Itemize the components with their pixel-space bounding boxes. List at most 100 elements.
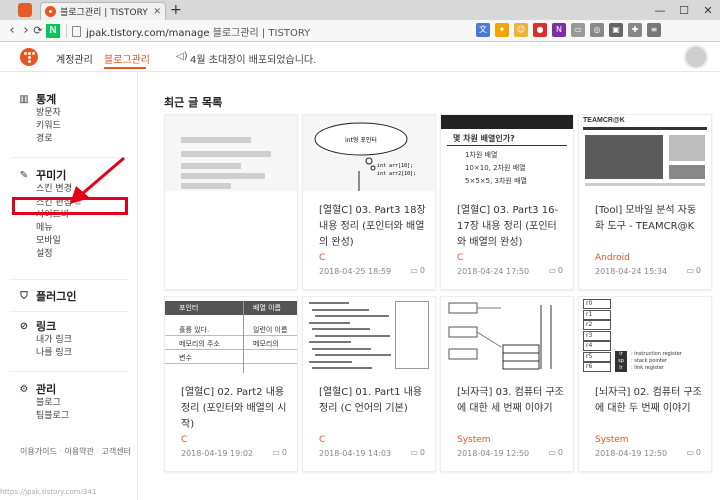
sidebar-head-plugins[interactable]: ⛉ 플러그인 (18, 288, 76, 304)
browser-tab[interactable]: 블로그관리 | TISTORY ✕ (40, 2, 166, 20)
comment-count[interactable]: ▭ 0 (410, 448, 425, 457)
avatar[interactable] (684, 45, 708, 69)
post-date: 2018-04-19 12:50 (457, 449, 530, 458)
minimize-button[interactable]: — (648, 0, 672, 20)
reload-button[interactable]: ⟳ (30, 22, 46, 40)
blurred-text (181, 137, 251, 143)
sidebar-item-visitors[interactable]: 방문자 (36, 107, 61, 120)
sidebar-divider (10, 311, 128, 312)
url-field[interactable]: jpak.tistory.com/manage 블로그관리 | TISTORY (86, 24, 310, 39)
puzzle-icon[interactable]: ✚ (628, 23, 642, 37)
browser-logo-icon[interactable] (18, 3, 32, 17)
sidebar-item-settings[interactable]: 설정 (36, 248, 81, 261)
active-nav-underline (104, 67, 146, 69)
footer-link-support[interactable]: 고객센터 (102, 447, 131, 456)
comment-icon: ▭ (410, 448, 418, 457)
comment-icon: ▭ (272, 448, 280, 457)
pocket-icon[interactable]: ▭ (571, 23, 585, 37)
emoji-icon[interactable]: ☺ (514, 23, 528, 37)
post-title[interactable]: [열혈C] 02. Part2 내용 정리 (포인터와 배열의 시작) (181, 385, 289, 433)
comment-count-value: 0 (695, 266, 701, 275)
post-title[interactable]: [열혈C] 03. Part3 18장 내용 정리 (포인터와 배열의 완성) (319, 203, 427, 251)
post-category[interactable]: System (595, 435, 629, 445)
post-title[interactable]: [열혈C] 03. Part3 16-17장 내용 정리 (포인터와 배열의 완… (457, 203, 565, 251)
post-card[interactable]: [뇌자극] 03. 컴퓨터 구조에 대한 세 번째 이야기 System 201… (440, 296, 574, 472)
menu-icon[interactable]: ≡ (647, 23, 661, 37)
post-card[interactable]: [열혈C] 01. Part1 내용 정리 (C 언어의 기본) C 2018-… (302, 296, 436, 472)
post-thumbnail[interactable] (303, 297, 435, 373)
sidebar-group-links: ⊘ 링크 내가 링크 나를 링크 (18, 318, 72, 360)
post-card[interactable]: 포인터 배열 이름 훌륭 있다. 일련이 이름 메모리의 주소 메모리의 변수 [열혈C… (164, 296, 298, 472)
maximize-button[interactable]: ☐ (672, 0, 696, 20)
capture-icon[interactable]: ◎ (590, 23, 604, 37)
sidebar-item-keywords[interactable]: 키워드 (36, 120, 61, 133)
page-info-icon[interactable] (72, 26, 81, 37)
post-thumbnail[interactable] (441, 297, 573, 373)
comment-count[interactable]: ▭ 0 (410, 266, 425, 275)
post-title[interactable]: [뇌자극] 03. 컴퓨터 구조에 대한 세 번째 이야기 (457, 385, 565, 417)
post-thumbnail[interactable]: TEAMCR@K (579, 115, 711, 191)
sidebar-group-admin: ⚙ 관리 블로그 팀블로그 (18, 381, 70, 423)
post-thumbnail[interactable]: 포인터 배열 이름 훌륭 있다. 일련이 이름 메모리의 주소 메모리의 변수 (165, 297, 297, 373)
post-title[interactable]: [Tool] 모바일 분석 자동화 도구 - TEAMCR@K (595, 203, 703, 235)
translate-icon[interactable]: 文 (476, 23, 490, 37)
post-thumbnail[interactable] (165, 115, 297, 191)
comment-count-value: 0 (557, 266, 563, 275)
post-category[interactable]: System (457, 435, 491, 445)
naver-icon[interactable]: N (46, 24, 60, 38)
header-notice[interactable]: 4월 초대장이 배포되었습니다. (190, 51, 316, 66)
comment-count-value: 0 (557, 448, 563, 457)
post-title[interactable]: [열혈C] 01. Part1 내용 정리 (C 언어의 기본) (319, 385, 427, 417)
comment-count[interactable]: ▭ 0 (686, 448, 701, 457)
post-card[interactable] (164, 114, 298, 290)
thumb-cell: 배열 이름 (253, 304, 281, 312)
clip-icon[interactable]: ▣ (609, 23, 623, 37)
post-thumbnail[interactable]: int형 포인터 int arr[10]; int arr2[10]; (303, 115, 435, 191)
register-label: r2 (586, 321, 593, 328)
register-note: : instruction register (631, 351, 682, 357)
post-card[interactable]: r0 r1 r2 r3 r4 r5 r6 ir: instruction register sp… (578, 296, 712, 472)
nav-blog-manage[interactable]: 블로그관리 (104, 51, 150, 66)
sidebar-head-links[interactable]: ⊘ 링크 (18, 318, 72, 334)
post-category[interactable]: C (457, 253, 463, 263)
post-date: 2018-04-25 18:59 (319, 267, 392, 276)
sidebar-item-links-to-me[interactable]: 나를 링크 (36, 347, 72, 360)
post-category[interactable]: C (319, 435, 325, 445)
adblock-icon[interactable]: ● (533, 23, 547, 37)
sidebar-item-referrers[interactable]: 경로 (36, 133, 61, 146)
post-category[interactable]: C (319, 253, 325, 263)
comment-count[interactable]: ▭ 0 (548, 448, 563, 457)
post-thumbnail[interactable]: 몇 차원 배열인가? 1차원 배열 10×10, 2차원 배열 5×5×5, 3차원… (441, 115, 573, 191)
sidebar-head-stats[interactable]: ▥ 통계 (18, 91, 61, 107)
nav-account-settings[interactable]: 계정관리 (56, 51, 93, 66)
footer-link-guide[interactable]: 이용가이드 (20, 447, 57, 456)
tab-close-icon[interactable]: ✕ (153, 7, 161, 17)
chart-icon: ▥ (19, 93, 29, 105)
comment-count[interactable]: ▭ 0 (686, 266, 701, 275)
comment-count[interactable]: ▭ 0 (272, 448, 287, 457)
close-window-button[interactable]: ✕ (696, 0, 720, 20)
teamcrak-logo: TEAMCR@K (583, 117, 625, 124)
sidebar-item-my-links[interactable]: 내가 링크 (36, 334, 72, 347)
register-label: sp (615, 358, 627, 365)
footer-link-terms[interactable]: 이용약관 (64, 447, 93, 456)
sidebar-head-admin[interactable]: ⚙ 관리 (18, 381, 69, 397)
post-title[interactable]: [뇌자극] 02. 컴퓨터 구조에 대한 두 번째 이야기 (595, 385, 703, 417)
sidebar-item-menu[interactable]: 메뉴 (36, 222, 81, 235)
comment-count[interactable]: ▭ 0 (548, 266, 563, 275)
memory-diagram-icon (441, 297, 573, 373)
post-thumbnail[interactable]: r0 r1 r2 r3 r4 r5 r6 ir: instruction register sp… (579, 297, 711, 373)
onenote-icon[interactable]: N (552, 23, 566, 37)
new-tab-button[interactable]: + (170, 2, 182, 18)
sidebar-item-blog[interactable]: 블로그 (36, 397, 69, 410)
post-card[interactable]: TEAMCR@K [Tool] 모바일 분석 자동화 도구 - TEAMCR@K… (578, 114, 712, 290)
keep-icon[interactable]: ✦ (495, 23, 509, 37)
post-category[interactable]: C (181, 435, 187, 445)
sidebar-item-team-blog[interactable]: 팀블로그 (36, 410, 69, 423)
post-card[interactable]: 몇 차원 배열인가? 1차원 배열 10×10, 2차원 배열 5×5×5, 3차원… (440, 114, 574, 290)
post-category[interactable]: Android (595, 253, 630, 263)
sidebar: ▥ 통계 방문자 키워드 경로 ✎ 꾸미기 스킨 변경 스킨 편집 ⧉ 사이드바… (0, 73, 138, 500)
post-card[interactable]: int형 포인터 int arr[10]; int arr2[10]; [열혈C… (302, 114, 436, 290)
sidebar-item-mobile[interactable]: 모바일 (36, 235, 81, 248)
tistory-logo-icon[interactable] (20, 48, 38, 66)
